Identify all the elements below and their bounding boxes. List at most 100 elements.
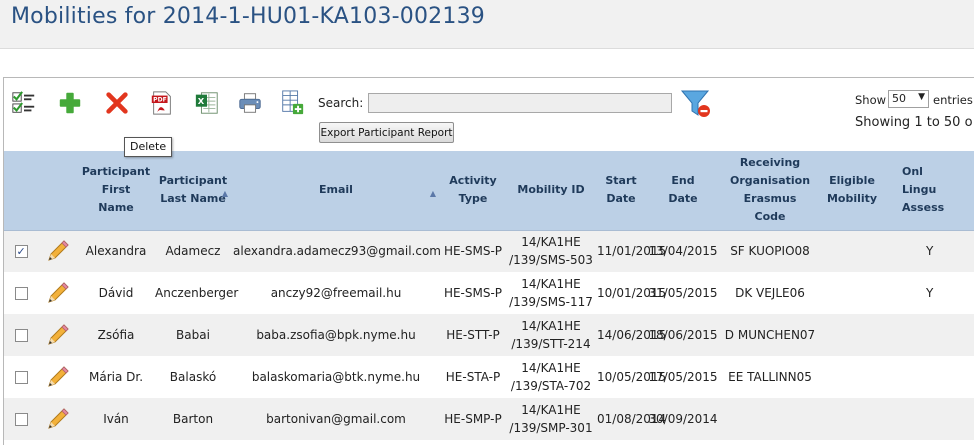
first-name-cell: Mária Dr.: [78, 356, 154, 398]
header-first-name[interactable]: Participant First Name: [78, 151, 154, 231]
edit-pencil-icon[interactable]: [45, 406, 71, 432]
header-online-linguistic-assessment[interactable]: Onl Lingu Assess: [884, 151, 974, 231]
end-date-cell: 31/05/2015: [646, 272, 720, 314]
mobility-id-line: 14/KA1HE: [521, 319, 581, 333]
mobility-id-cell: 14/KA1HE/139/SMP-301: [506, 398, 596, 440]
header-last-name[interactable]: Participant Last Name ▲: [154, 151, 232, 231]
mobility-id-cell: 14/KA1HE/139/STA-702: [506, 356, 596, 398]
select-cell: [4, 230, 38, 272]
search-input[interactable]: [368, 93, 672, 113]
first-name-cell: Dávid: [78, 272, 154, 314]
excel-export-icon[interactable]: X: [194, 89, 220, 117]
row-checkbox[interactable]: [14, 243, 28, 261]
table-row[interactable]: Iván Barton bartonivan@gmail.com HE-SMP-…: [4, 398, 974, 440]
ols-cell: Y: [884, 272, 974, 314]
email-cell: balaskomaria@btk.nyme.hu: [232, 356, 440, 398]
add-icon[interactable]: [57, 89, 83, 117]
header-select: [4, 151, 38, 231]
header-text: Assess: [902, 201, 945, 215]
header-receiving-org[interactable]: Receiving Organisation Erasmus Code: [720, 151, 820, 231]
table-row[interactable]: Mária Dr. Balaskó balaskomaria@btk.nyme.…: [4, 356, 974, 398]
mobility-id-line: 14/KA1HE: [521, 235, 581, 250]
header-text: Code: [754, 210, 786, 224]
receiving-org-cell: [720, 398, 820, 440]
eligible-cell: [820, 230, 884, 272]
svg-text:X: X: [198, 96, 205, 106]
clear-filter-icon[interactable]: [680, 88, 714, 120]
add-column-icon[interactable]: [279, 89, 305, 117]
header-activity-type[interactable]: Activity Type: [440, 151, 506, 231]
email-cell: bartonivan@gmail.com: [232, 398, 440, 440]
email-cell: alexandra.adamecz93@gmail.com: [232, 230, 441, 272]
receiving-org-cell: EE TALLINN05: [720, 356, 820, 398]
end-date-cell: 13/04/2015: [646, 230, 720, 272]
print-icon[interactable]: [237, 89, 263, 117]
mobility-id-cell: 14/KA1HE/139/STT-214: [506, 314, 596, 356]
receiving-org-cell: SF KUOPIO08: [720, 230, 820, 272]
edit-pencil-icon[interactable]: [45, 238, 71, 264]
ols-cell: [884, 356, 974, 398]
first-name-cell: Alexandra: [78, 230, 154, 272]
header-mobility-id[interactable]: Mobility ID: [506, 151, 596, 231]
edit-cell: [38, 398, 78, 440]
export-participant-report-button[interactable]: Export Participant Report: [319, 122, 454, 143]
row-checkbox[interactable]: [14, 371, 28, 384]
header-text: Lingu: [902, 183, 937, 197]
edit-pencil-icon[interactable]: [45, 322, 71, 348]
show-label: Show: [855, 93, 887, 107]
table-row[interactable]: Dávid Anczenberger anczy92@freemail.hu H…: [4, 272, 974, 314]
table-row[interactable]: Alexandra Adamecz alexandra.adamecz93@gm…: [4, 230, 974, 272]
pagination-info: Showing 1 to 50 o: [855, 115, 973, 130]
table-header-row: Participant First Name Participant Last …: [4, 151, 974, 231]
mobility-id-line: /139/SMS-503: [509, 253, 593, 268]
header-text: Date: [606, 192, 636, 206]
select-all-checklist-icon[interactable]: [11, 89, 37, 117]
header-edit: [38, 151, 78, 231]
sort-ascending-icon[interactable]: ▲: [222, 185, 228, 203]
row-checkbox[interactable]: [14, 287, 28, 300]
activity-type-cell: HE-STT-P: [440, 314, 506, 356]
ols-cell: [884, 398, 974, 440]
header-text: Email: [319, 183, 353, 197]
row-checkbox[interactable]: [14, 413, 28, 426]
eligible-cell: [820, 398, 884, 440]
header-text: Activity: [449, 174, 497, 188]
edit-cell: [38, 272, 78, 314]
mobilities-panel: PDF X Search: Export Participant Report: [3, 77, 974, 445]
svg-text:PDF: PDF: [153, 97, 167, 104]
ols-cell: Y: [884, 230, 974, 272]
select-cell: [4, 272, 38, 314]
header-text: Start: [605, 174, 637, 188]
last-name-cell: Barton: [154, 398, 232, 440]
select-cell: [4, 398, 38, 440]
activity-type-cell: HE-SMS-P: [440, 272, 506, 314]
entries-per-page-select[interactable]: 50 ▼: [888, 90, 929, 108]
start-date-cell: 14/06/2015: [596, 314, 666, 356]
row-checkbox[interactable]: [14, 329, 28, 342]
last-name-cell: Balaskó: [154, 356, 232, 398]
header-text: End: [671, 174, 695, 188]
header-eligible-mobility[interactable]: Eligible Mobility: [820, 151, 884, 231]
start-date-cell: 01/08/2014: [596, 398, 666, 440]
pdf-export-icon[interactable]: PDF: [149, 89, 175, 117]
header-text: Erasmus: [743, 192, 797, 206]
header-email[interactable]: Email ▲: [232, 151, 440, 231]
header-text: Mobility: [826, 192, 878, 206]
mobility-id-line: 14/KA1HE: [521, 361, 581, 375]
email-cell: anczy92@freemail.hu: [232, 272, 440, 314]
table-row[interactable]: Zsófia Babai baba.zsofia@bpk.nyme.hu HE-…: [4, 314, 974, 356]
email-cell: baba.zsofia@bpk.nyme.hu: [232, 314, 440, 356]
header-text: Name: [98, 201, 134, 215]
sort-ascending-icon[interactable]: ▲: [430, 185, 436, 203]
header-start-date[interactable]: Start Date: [596, 151, 646, 231]
header-text: First: [101, 183, 131, 197]
mobility-id-line: /139/STA-702: [510, 379, 592, 393]
header-text: Date: [668, 192, 698, 206]
header-end-date[interactable]: End Date: [646, 151, 720, 231]
mobility-id-line: 14/KA1HE: [521, 277, 581, 291]
activity-type-cell: HE-STA-P: [440, 356, 506, 398]
edit-pencil-icon[interactable]: [45, 364, 71, 390]
delete-icon[interactable]: [104, 89, 130, 117]
search-label: Search:: [318, 96, 364, 110]
edit-pencil-icon[interactable]: [45, 280, 71, 306]
